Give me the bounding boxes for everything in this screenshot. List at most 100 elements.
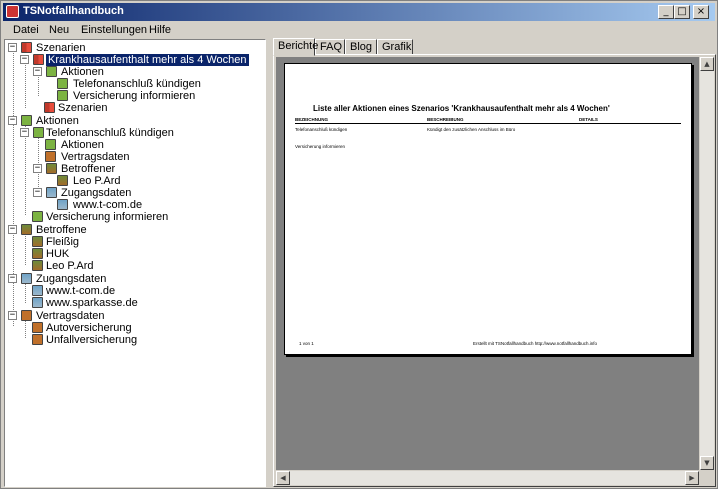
tree-node-label: Telefonanschluß kündigen bbox=[46, 127, 174, 139]
action-icon bbox=[57, 90, 68, 101]
tree-node-label: Autoversicherung bbox=[46, 322, 132, 334]
tree-node-szenarien[interactable]: Szenarien bbox=[44, 102, 244, 114]
tree-node-label: Aktionen bbox=[36, 115, 79, 127]
tree-node-person[interactable]: HUK bbox=[32, 248, 232, 260]
collapse-toggle[interactable]: − bbox=[33, 67, 42, 76]
tree-node-label: Betroffener bbox=[61, 163, 116, 175]
tree-node-betroffener[interactable]: − Betroffener bbox=[33, 163, 233, 175]
menu-neu[interactable]: Neu bbox=[49, 24, 69, 36]
scroll-up-button[interactable]: ▲ bbox=[700, 57, 714, 71]
tree-node-vertragsdaten[interactable]: Vertragsdaten bbox=[45, 151, 245, 163]
tree-node-betroffene[interactable]: − Betroffene bbox=[8, 224, 248, 236]
tree-node-action[interactable]: Versicherung informieren bbox=[32, 211, 252, 223]
access-icon bbox=[21, 273, 32, 284]
menu-datei[interactable]: Datei bbox=[13, 24, 39, 36]
tree-node-label: Aktionen bbox=[61, 66, 104, 78]
person-icon bbox=[32, 260, 43, 271]
tree-node-label: Versicherung informieren bbox=[73, 90, 196, 102]
tree-node-label: Zugangsdaten bbox=[36, 273, 107, 285]
access-icon bbox=[46, 187, 57, 198]
tree-node-person[interactable]: Fleißig bbox=[32, 236, 232, 248]
collapse-toggle[interactable]: − bbox=[8, 311, 17, 320]
tree-view[interactable]: − Szenarien − Krankhausaufenthalt mehr a… bbox=[4, 39, 266, 487]
tree-node-label: Leo P.Ard bbox=[73, 175, 121, 187]
tree-node-label: www.t-com.de bbox=[46, 285, 116, 297]
collapse-toggle[interactable]: − bbox=[8, 225, 17, 234]
tree-node-person[interactable]: Leo P.Ard bbox=[32, 260, 232, 272]
scroll-right-button[interactable]: ▶ bbox=[685, 471, 699, 485]
header-rule bbox=[295, 123, 681, 124]
tree-guide bbox=[25, 282, 26, 303]
report-viewer[interactable]: Liste aller Aktionen eines Szenarios 'Kr… bbox=[276, 57, 699, 470]
action-icon bbox=[57, 78, 68, 89]
tree-node-label: www.sparkasse.de bbox=[46, 297, 138, 309]
tree-node-vertragsdaten[interactable]: − Vertragsdaten bbox=[8, 310, 248, 322]
tree-node-aktionen[interactable]: − Aktionen bbox=[8, 115, 248, 127]
close-button[interactable]: × bbox=[693, 5, 709, 19]
tree-node-aktionen[interactable]: Aktionen bbox=[45, 139, 245, 151]
collapse-toggle[interactable]: − bbox=[20, 55, 29, 64]
tree-guide bbox=[25, 233, 26, 265]
tree-node-action[interactable]: Versicherung informieren bbox=[57, 90, 257, 102]
tab-berichte[interactable]: Berichte bbox=[273, 38, 318, 56]
tree-node-access[interactable]: www.sparkasse.de bbox=[32, 297, 232, 309]
tree-node-scenario[interactable]: − Krankhausaufenthalt mehr als 4 Wochen bbox=[20, 53, 260, 67]
tree-node-aktionen[interactable]: − Aktionen bbox=[33, 66, 253, 78]
book-icon bbox=[44, 102, 55, 113]
contract-icon bbox=[32, 334, 43, 345]
tree-node-action[interactable]: − Telefonanschluß kündigen bbox=[20, 127, 260, 139]
menu-hilfe[interactable]: Hilfe bbox=[149, 24, 171, 36]
action-icon bbox=[45, 139, 56, 150]
tree-node-access[interactable]: www.t-com.de bbox=[32, 285, 232, 297]
scroll-corner bbox=[700, 471, 714, 485]
horizontal-scrollbar[interactable]: ◀ ▶ bbox=[276, 471, 699, 485]
action-icon bbox=[32, 211, 43, 222]
tree-node-label: Szenarien bbox=[58, 102, 108, 114]
access-icon bbox=[32, 297, 43, 308]
tree-node-zugangsdaten[interactable]: − Zugangsdaten bbox=[8, 273, 248, 285]
tree-node-contract[interactable]: Unfallversicherung bbox=[32, 334, 232, 346]
action-icon bbox=[33, 127, 44, 138]
tree-node-person[interactable]: Leo P.Ard bbox=[57, 175, 257, 187]
tree-node-label: www.t-com.de bbox=[73, 199, 143, 211]
page-info: 1 von 1 bbox=[299, 341, 314, 346]
tree-node-szenarien[interactable]: − Szenarien bbox=[8, 42, 248, 54]
scroll-left-button[interactable]: ◀ bbox=[276, 471, 290, 485]
tree-node-label: Szenarien bbox=[36, 42, 86, 54]
tab-grafik[interactable]: Grafik bbox=[377, 39, 413, 55]
tab-blog[interactable]: Blog bbox=[345, 39, 377, 55]
maximize-button[interactable]: □ bbox=[674, 5, 690, 19]
collapse-toggle[interactable]: − bbox=[8, 116, 17, 125]
tree-node-action[interactable]: Telefonanschluß kündigen bbox=[57, 78, 257, 90]
report-cell: Versicherung informieren bbox=[295, 144, 346, 149]
minimize-button[interactable]: _ bbox=[658, 5, 674, 19]
tree-node-label: Zugangsdaten bbox=[61, 187, 132, 199]
report-cell: Kündigt den zusätzlichen Anschluss im Bü… bbox=[427, 127, 516, 132]
column-header-bezeichnung: BEZEICHNUNG bbox=[295, 117, 329, 122]
person-icon bbox=[32, 248, 43, 259]
collapse-toggle[interactable]: − bbox=[20, 128, 29, 137]
person-icon bbox=[32, 236, 43, 247]
tree-node-zugangsdaten[interactable]: − Zugangsdaten bbox=[33, 187, 233, 199]
tree-node-contract[interactable]: Autoversicherung bbox=[32, 322, 232, 334]
tree-node-label: Betroffene bbox=[36, 224, 87, 236]
book-icon bbox=[33, 54, 44, 65]
menu-einstellungen[interactable]: Einstellungen bbox=[81, 24, 147, 36]
vertical-scrollbar[interactable]: ▲ ▼ bbox=[700, 57, 714, 470]
scroll-down-button[interactable]: ▼ bbox=[700, 456, 714, 470]
person-icon bbox=[46, 163, 57, 174]
tree-node-access[interactable]: www.t-com.de bbox=[57, 199, 257, 211]
app-window: TSNotfallhandbuch _ □ × Datei Neu Einste… bbox=[0, 0, 718, 489]
tab-faq[interactable]: FAQ bbox=[315, 39, 345, 55]
collapse-toggle[interactable]: − bbox=[33, 164, 42, 173]
title-bar[interactable]: TSNotfallhandbuch _ □ × bbox=[3, 3, 715, 21]
report-credit: Erstellt mit TSNotfallhandbuch http://ww… bbox=[473, 341, 597, 346]
collapse-toggle[interactable]: − bbox=[8, 274, 17, 283]
action-icon bbox=[21, 115, 32, 126]
tree-node-label: Unfallversicherung bbox=[46, 334, 138, 346]
contract-icon bbox=[21, 310, 32, 321]
collapse-toggle[interactable]: − bbox=[33, 188, 42, 197]
access-icon bbox=[32, 285, 43, 296]
collapse-toggle[interactable]: − bbox=[8, 43, 17, 52]
window-title: TSNotfallhandbuch bbox=[23, 5, 124, 17]
